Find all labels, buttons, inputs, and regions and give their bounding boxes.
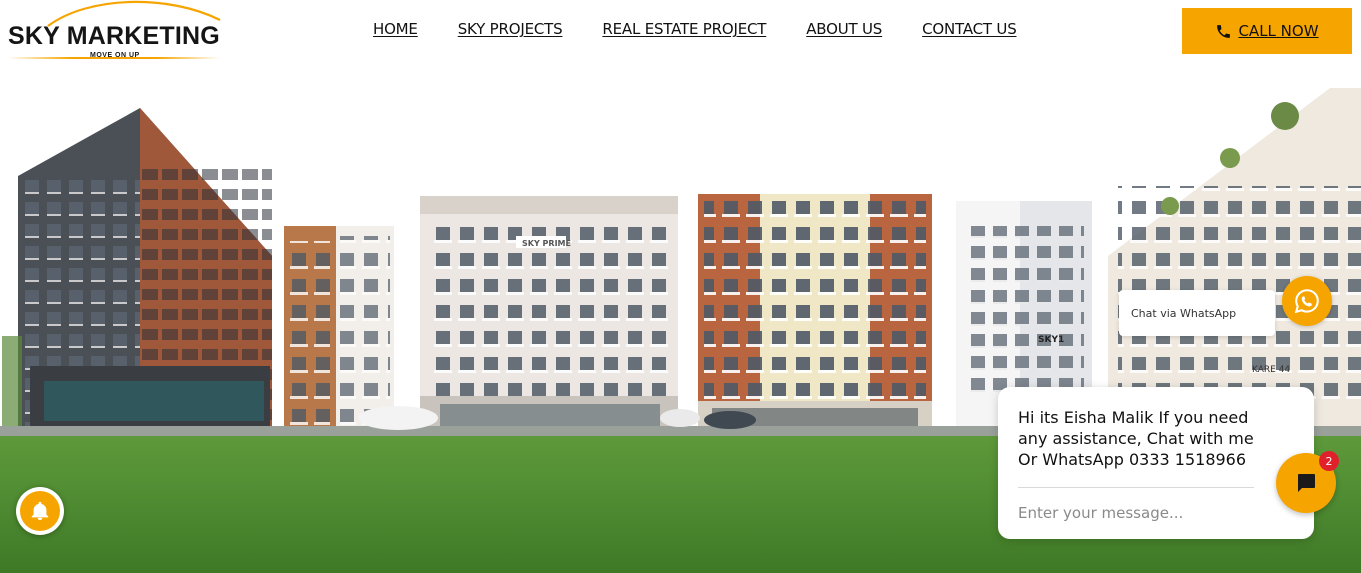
notification-bell-button[interactable] xyxy=(16,487,64,535)
phone-icon xyxy=(1217,24,1231,38)
nav-contact-us[interactable]: CONTACT US xyxy=(922,20,1017,38)
chat-bubble-icon xyxy=(1298,474,1315,492)
site-header: SKY MARKETING MOVE ON UP HOME SKY PROJEC… xyxy=(0,0,1361,66)
sky1-sign: SKY1 xyxy=(1038,335,1064,345)
chat-greeting-message: Hi its Eisha Malik If you need any assis… xyxy=(1018,408,1254,469)
site-logo[interactable]: SKY MARKETING MOVE ON UP xyxy=(8,0,223,64)
chat-popup: Hi its Eisha Malik If you need any assis… xyxy=(998,387,1314,539)
nav-sky-projects[interactable]: SKY PROJECTS xyxy=(458,20,563,38)
car-white xyxy=(358,406,438,430)
nav-about-us[interactable]: ABOUT US xyxy=(806,20,882,38)
whatsapp-chat-label[interactable]: Chat via WhatsApp xyxy=(1119,290,1275,336)
logo-underline xyxy=(8,57,220,59)
main-nav: HOME SKY PROJECTS REAL ESTATE PROJECT AB… xyxy=(373,20,1017,38)
call-now-label: CALL NOW xyxy=(1238,22,1319,40)
unread-badge: 2 xyxy=(1319,451,1339,471)
car-silver xyxy=(660,409,700,427)
bell-icon xyxy=(31,501,49,521)
nav-home[interactable]: HOME xyxy=(373,20,418,38)
car-dark xyxy=(704,411,756,429)
chat-divider xyxy=(1018,487,1254,488)
sky-prime-sign: SKY PRIME xyxy=(522,239,571,248)
brick-building xyxy=(698,186,932,438)
call-now-button[interactable]: CALL NOW xyxy=(1182,8,1352,54)
logo-wordmark: SKY MARKETING xyxy=(8,22,220,50)
slam-one-tower xyxy=(2,108,272,438)
nav-real-estate-project[interactable]: REAL ESTATE PROJECT xyxy=(602,20,766,38)
kare-sign: KARE 44 xyxy=(1252,365,1290,375)
whatsapp-button[interactable] xyxy=(1282,276,1332,326)
white-brown-building xyxy=(284,226,394,438)
kare-building: KARE 44 xyxy=(1108,88,1361,438)
whatsapp-icon xyxy=(1294,289,1319,314)
chat-message-input[interactable] xyxy=(1018,501,1254,525)
sky-prime-building: SKY PRIME xyxy=(420,196,678,438)
